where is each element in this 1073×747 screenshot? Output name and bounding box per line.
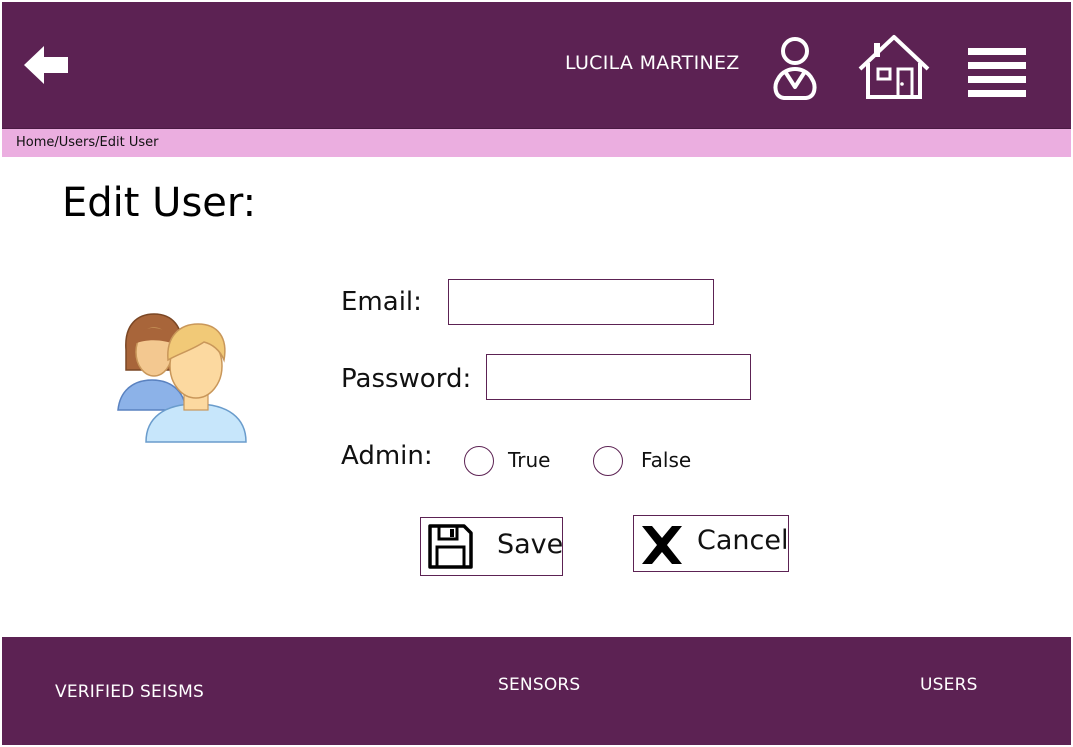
nav-users[interactable]: USERS [920, 675, 978, 695]
admin-true-label: True [508, 448, 551, 472]
floppy-disk-icon [428, 524, 473, 569]
admin-false-label: False [641, 448, 692, 472]
current-user-name: LUCILA MARTINEZ [565, 52, 740, 74]
password-field[interactable] [486, 354, 751, 400]
hamburger-menu-icon [968, 48, 1026, 97]
nav-sensors[interactable]: SENSORS [498, 675, 580, 695]
admin-false-radio[interactable] [593, 446, 623, 476]
menu-button[interactable] [968, 48, 1028, 98]
x-mark-icon [642, 526, 682, 564]
home-icon [858, 35, 930, 99]
email-label: Email: [341, 287, 422, 317]
admin-label: Admin: [341, 441, 433, 471]
cancel-label: Cancel [697, 525, 789, 556]
breadcrumb-text[interactable]: Home/Users/Edit User [16, 135, 159, 150]
user-profile-button[interactable] [768, 35, 822, 101]
breadcrumb: Home/Users/Edit User [2, 129, 1071, 157]
password-label: Password: [341, 364, 472, 394]
cancel-button[interactable]: Cancel [633, 515, 789, 572]
users-group-icon [112, 310, 252, 446]
home-button[interactable] [856, 33, 932, 101]
bottom-nav: VERIFIED SEISMS SENSORS USERS [2, 637, 1071, 745]
user-icon [773, 37, 817, 100]
arrow-left-icon [24, 46, 68, 84]
top-header: LUCILA MARTINEZ [2, 2, 1071, 129]
save-button[interactable]: Save [420, 517, 563, 576]
page-title: Edit User: [62, 180, 257, 226]
back-button[interactable] [22, 44, 72, 86]
nav-verified-seisms[interactable]: VERIFIED SEISMS [55, 682, 204, 702]
admin-true-radio[interactable] [464, 446, 494, 476]
email-field[interactable] [448, 279, 714, 325]
save-label: Save [497, 529, 564, 560]
